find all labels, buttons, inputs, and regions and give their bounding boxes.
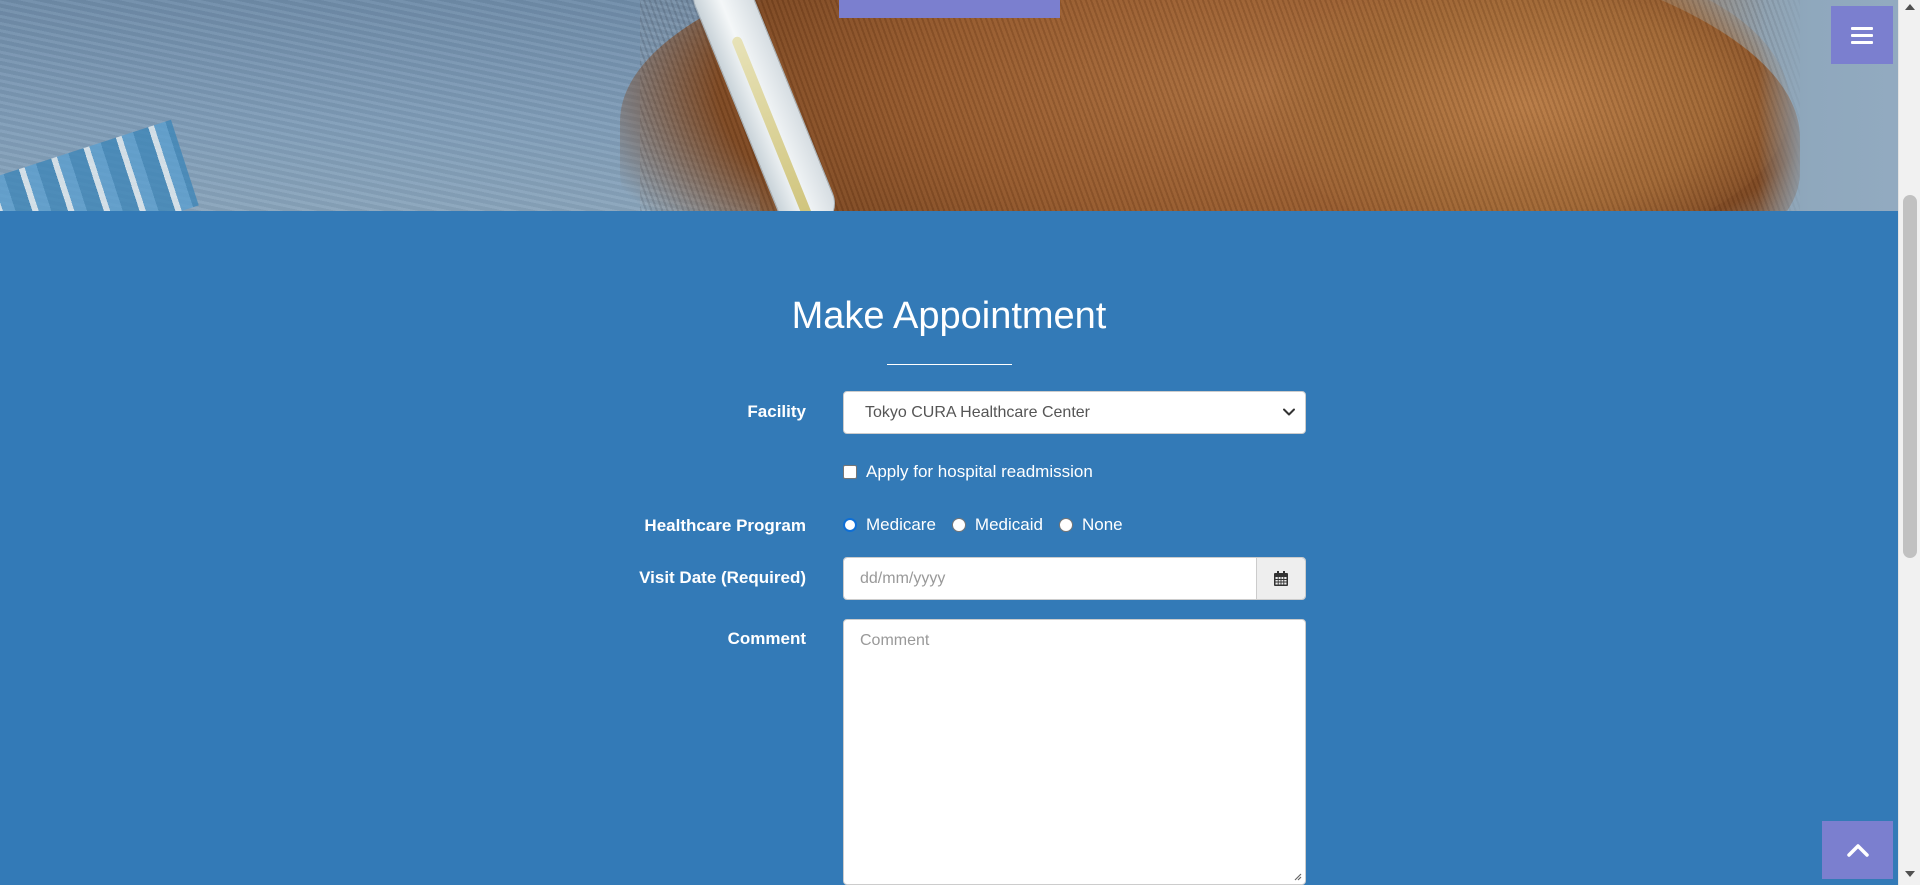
visit-date-group: dd/mm/yyyy (843, 557, 1306, 600)
visit-date-input[interactable]: dd/mm/yyyy (844, 558, 1256, 599)
scrollbar-thumb[interactable] (1903, 195, 1917, 558)
comment-placeholder: Comment (860, 632, 930, 649)
facility-select[interactable]: Tokyo CURA Healthcare Center (843, 391, 1306, 434)
calendar-button[interactable] (1256, 558, 1305, 599)
comment-textarea[interactable]: Comment (843, 619, 1306, 885)
back-to-top-button[interactable] (1822, 821, 1893, 879)
healthcare-program-radios: Medicare Medicaid None (843, 515, 1139, 535)
page-scrollbar[interactable] (1898, 0, 1920, 885)
radio-none[interactable] (1058, 518, 1073, 532)
healthcare-program-label: Healthcare Program (644, 516, 806, 535)
scroll-up-arrow-icon[interactable] (1905, 4, 1915, 10)
chevron-down-icon (1283, 408, 1295, 416)
radio-medicaid[interactable] (951, 518, 966, 532)
calendar-icon (1274, 571, 1288, 586)
resize-handle-icon[interactable] (1292, 871, 1302, 881)
chevron-up-icon (1846, 844, 1869, 857)
scroll-down-arrow-icon[interactable] (1905, 871, 1915, 877)
page-title: Make Appointment (791, 295, 1107, 337)
readmission-checkbox[interactable] (843, 465, 857, 479)
visit-date-placeholder: dd/mm/yyyy (860, 569, 946, 587)
facility-selected-value: Tokyo CURA Healthcare Center (865, 403, 1090, 421)
facility-label: Facility (747, 402, 806, 421)
readmission-label[interactable]: Apply for hospital readmission (866, 462, 1093, 482)
radio-medicaid-label[interactable]: Medicaid (975, 515, 1043, 535)
make-appointment-button-partial[interactable] (839, 0, 1060, 18)
title-divider (887, 364, 1012, 365)
hero-image (0, 0, 1898, 211)
readmission-row[interactable]: Apply for hospital readmission (843, 462, 1093, 482)
radio-medicare-label[interactable]: Medicare (866, 515, 936, 535)
menu-toggle-button[interactable] (1831, 6, 1893, 64)
bars-icon (1851, 26, 1873, 44)
comment-label: Comment (727, 629, 806, 648)
radio-none-label[interactable]: None (1082, 515, 1123, 535)
radio-medicare[interactable] (843, 518, 857, 532)
visit-date-label: Visit Date (Required) (639, 568, 806, 587)
